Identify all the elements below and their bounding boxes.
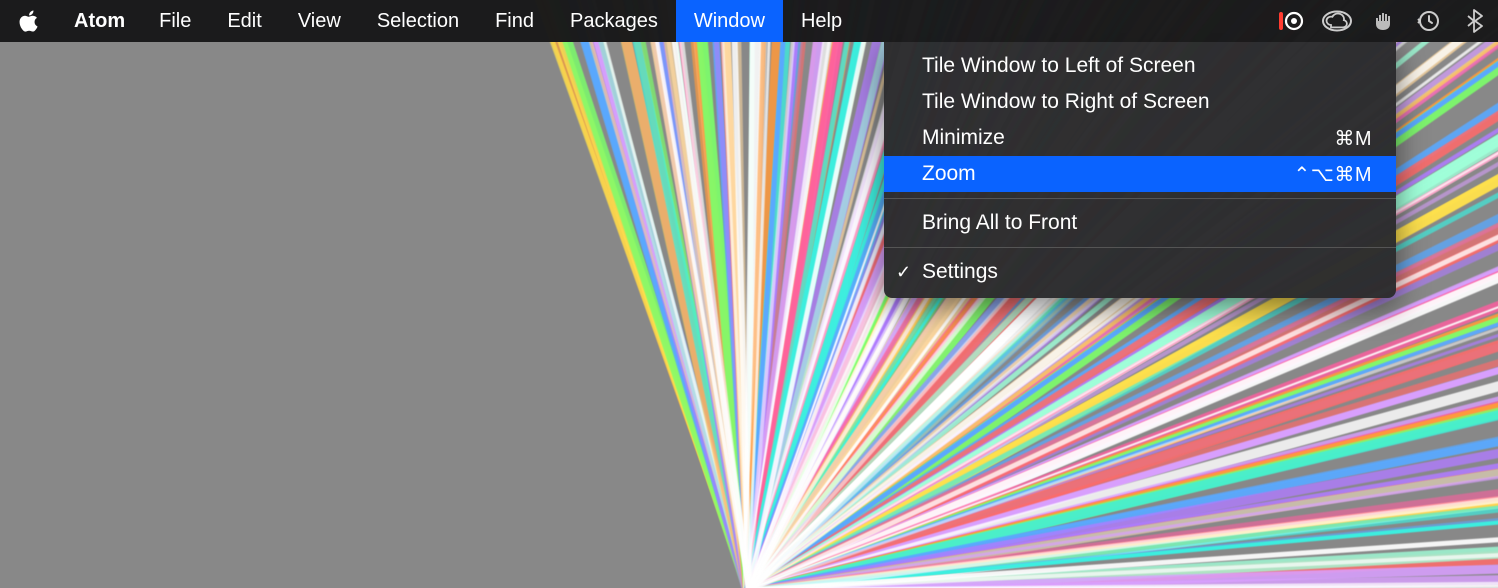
status-bluetooth-icon[interactable]: [1452, 9, 1498, 33]
menu-separator: [884, 247, 1396, 248]
helper-icon: [1371, 10, 1395, 32]
menu-item-label: Tile Window to Left of Screen: [922, 54, 1372, 78]
menubar: Atom File Edit View Selection Find Packa…: [0, 0, 1498, 42]
menu-item-bring-all-to-front[interactable]: Bring All to Front: [884, 205, 1396, 241]
status-hand-icon[interactable]: [1360, 10, 1406, 32]
apple-logo-icon: [18, 9, 40, 33]
apple-menu[interactable]: [0, 9, 58, 33]
bluetooth-icon: [1467, 9, 1483, 33]
menu-item-zoom[interactable]: Zoom ⌃⌥⌘M: [884, 156, 1396, 192]
menu-help[interactable]: Help: [783, 0, 860, 42]
menu-window[interactable]: Window: [676, 0, 783, 42]
menu-separator: [884, 198, 1396, 199]
window-menu-dropdown: Tile Window to Left of Screen Tile Windo…: [884, 42, 1396, 298]
menu-item-label: Tile Window to Right of Screen: [922, 90, 1372, 114]
menu-selection[interactable]: Selection: [359, 0, 477, 42]
menu-item-settings-window[interactable]: ✓ Settings: [884, 254, 1396, 290]
desktop: Atom File Edit View Selection Find Packa…: [0, 0, 1498, 588]
menu-file[interactable]: File: [141, 0, 209, 42]
menu-find[interactable]: Find: [477, 0, 552, 42]
menu-view[interactable]: View: [280, 0, 359, 42]
status-avast-icon[interactable]: [1268, 10, 1314, 32]
app-name[interactable]: Atom: [58, 0, 141, 42]
menu-item-shortcut: ⌃⌥⌘M: [1294, 162, 1372, 187]
menu-edit[interactable]: Edit: [209, 0, 279, 42]
menu-item-label: Bring All to Front: [922, 211, 1372, 235]
menu-item-minimize[interactable]: Minimize ⌘M: [884, 120, 1396, 156]
menu-item-shortcut: ⌘M: [1334, 126, 1372, 151]
antivirus-icon: [1278, 10, 1304, 32]
menu-item-label: Settings: [922, 260, 1372, 284]
menu-packages[interactable]: Packages: [552, 0, 676, 42]
menu-item-label: Minimize: [922, 126, 1334, 150]
creative-cloud-icon: [1322, 10, 1352, 32]
menu-item-label: Zoom: [922, 162, 1294, 186]
checkmark-icon: ✓: [896, 262, 911, 283]
menu-item-tile-right[interactable]: Tile Window to Right of Screen: [884, 84, 1396, 120]
menu-item-tile-left[interactable]: Tile Window to Left of Screen: [884, 48, 1396, 84]
status-time-machine-icon[interactable]: [1406, 9, 1452, 33]
time-machine-icon: [1417, 9, 1441, 33]
status-creative-cloud-icon[interactable]: [1314, 10, 1360, 32]
